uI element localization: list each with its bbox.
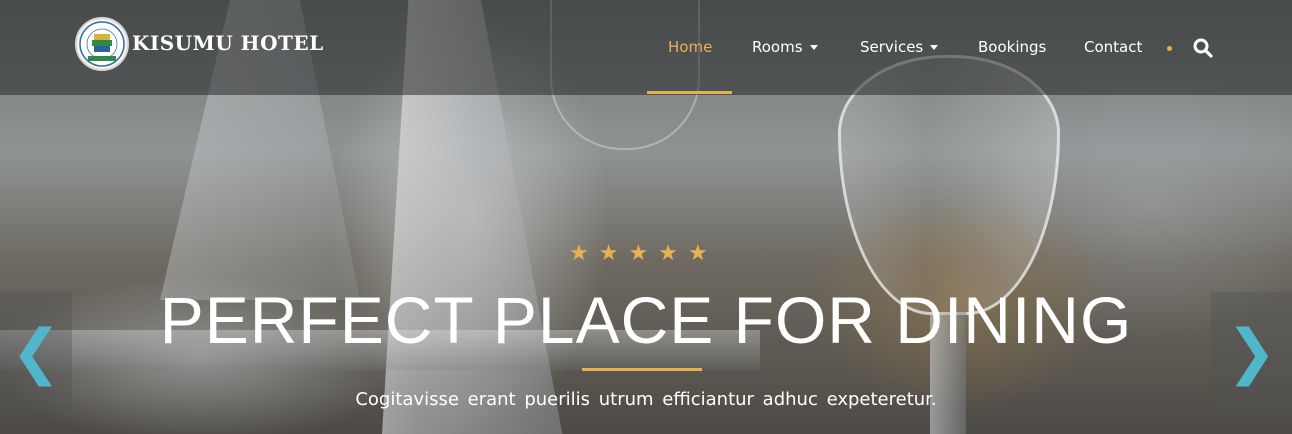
active-nav-indicator [647,91,732,94]
hero-headline: PERFECT PLACE FOR DINING [159,283,1133,357]
nav-item-services[interactable]: Services [860,38,939,56]
top-navbar: KISUMU HOTEL Home Rooms Services Booking… [0,0,1292,95]
nav-item-rooms[interactable]: Rooms [752,38,818,56]
nav-item-label: Services [860,38,924,56]
nav-item-contact[interactable]: Contact [1084,38,1142,56]
nav-item-label: Contact [1084,38,1143,56]
hero-slider: KISUMU HOTEL Home Rooms Services Booking… [0,0,1292,434]
star-icon: ★ [687,241,708,266]
caret-down-icon [930,44,939,50]
hero-subtitle: Cogitavisse erant puerilis utrum efficia… [355,389,937,410]
chevron-right-icon: ❯ [1226,317,1277,387]
star-icon: ★ [658,241,678,266]
chevron-left-icon: ❮ [10,317,62,387]
nav-item-home[interactable]: Home [668,38,712,56]
main-nav: Home Rooms Services Bookings Contact [0,0,1292,95]
slider-prev-button[interactable]: ❮ [0,292,72,412]
nav-item-bookings[interactable]: Bookings [978,38,1046,56]
star-icon: ★ [569,241,589,266]
rating-stars: ★ ★ ★ ★ ★ [569,243,708,265]
headline-underline [582,368,702,371]
caret-down-icon [809,44,818,50]
nav-item-label: Bookings [978,38,1047,56]
slider-next-button[interactable]: ❯ [1211,292,1292,412]
nav-item-label: Rooms [752,38,803,56]
star-icon: ★ [628,241,649,266]
nav-item-label: Home [668,38,713,56]
search-icon[interactable] [1193,38,1213,58]
star-icon: ★ [598,241,619,266]
separator-dot [1167,46,1172,51]
